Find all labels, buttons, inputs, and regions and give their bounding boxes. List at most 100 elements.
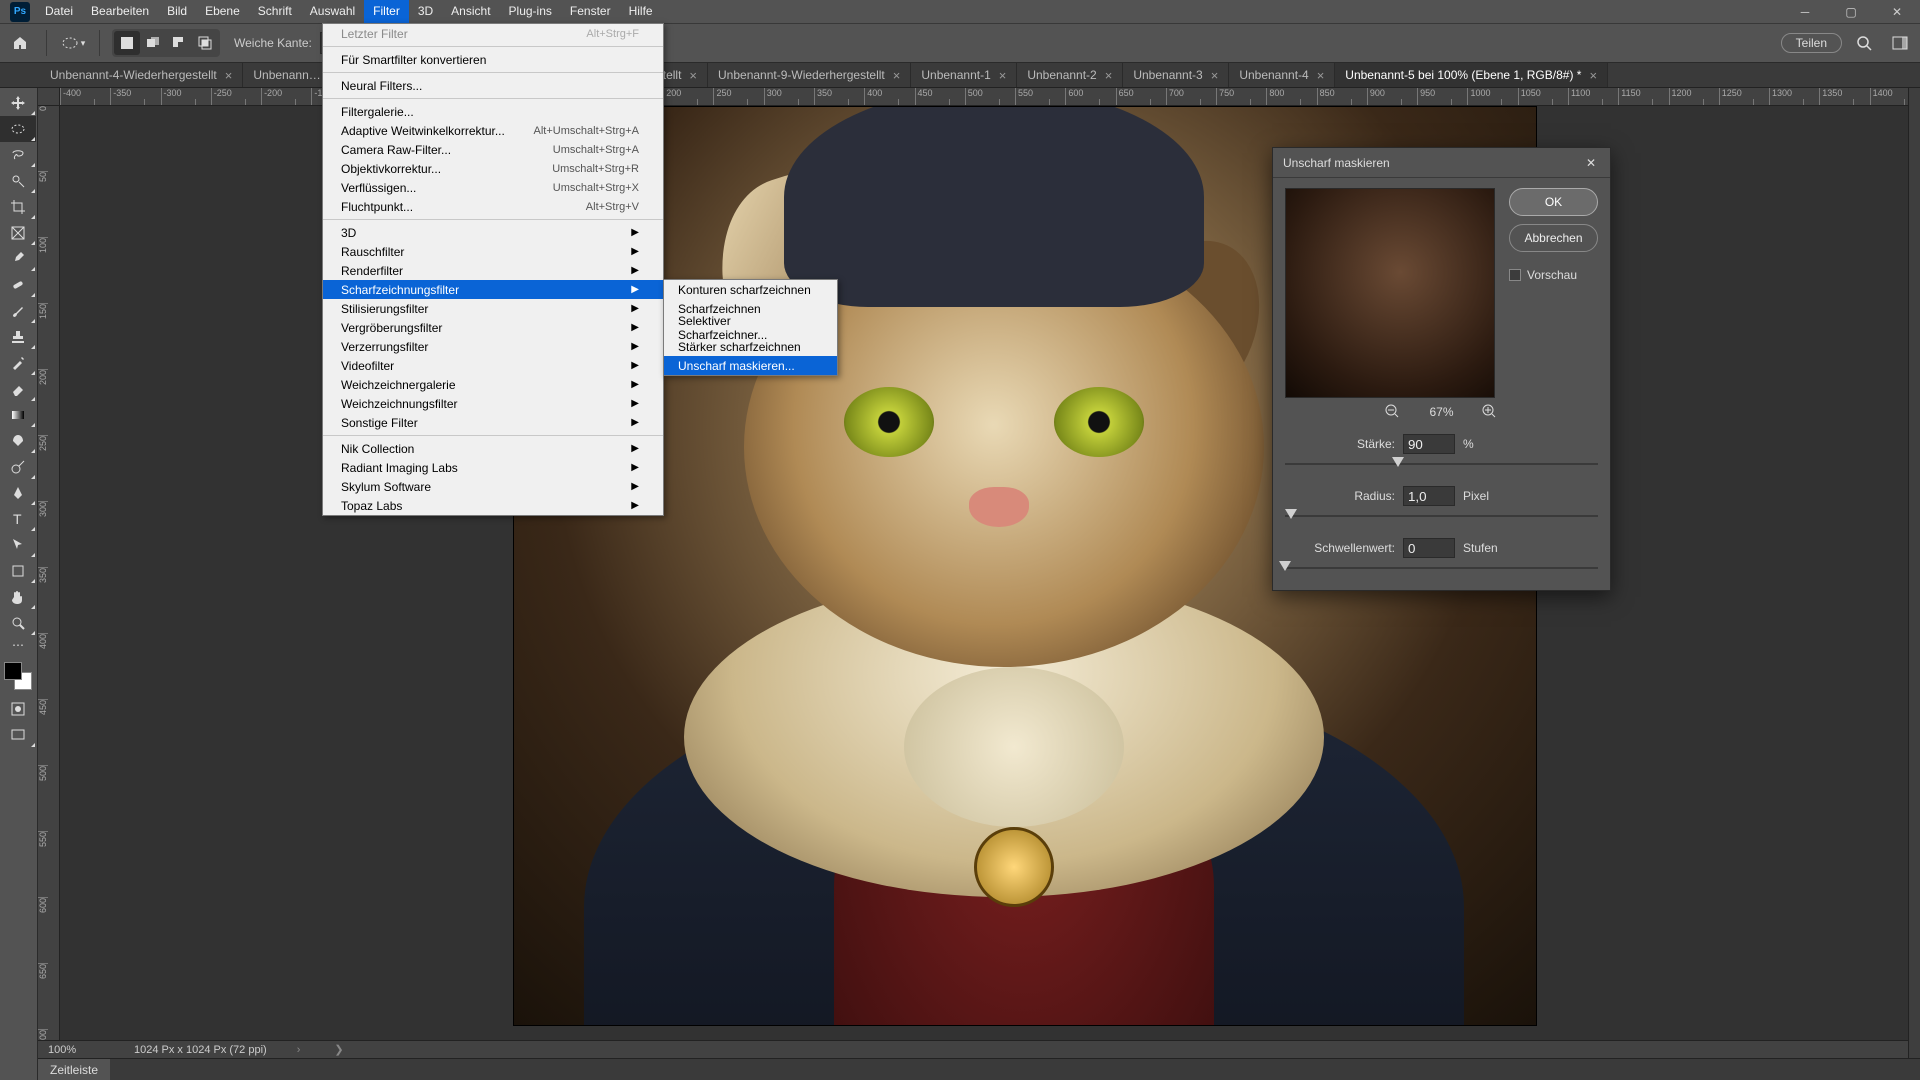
- stamp-tool-icon[interactable]: [0, 324, 36, 350]
- menu-last-filter[interactable]: Letzter Filter Alt+Strg+F: [323, 24, 663, 43]
- canvas-area[interactable]: -400-350-300-250-200-150-100-50050100150…: [38, 88, 1920, 1080]
- menu-item-submenu[interactable]: Weichzeichnergalerie▶: [323, 375, 663, 394]
- dialog-titlebar[interactable]: Unscharf maskieren ✕: [1273, 148, 1610, 178]
- menu-item[interactable]: Fluchtpunkt...Alt+Strg+V: [323, 197, 663, 216]
- marquee-tool-icon[interactable]: [0, 116, 36, 142]
- window-minimize[interactable]: ─: [1782, 0, 1828, 23]
- threshold-slider[interactable]: [1285, 560, 1598, 576]
- workspace-icon[interactable]: [1886, 29, 1914, 57]
- zoom-tool-icon[interactable]: [0, 610, 36, 636]
- document-tab[interactable]: Unbenannt-3×: [1123, 63, 1229, 87]
- menu-ansicht[interactable]: Ansicht: [442, 0, 499, 23]
- path-select-tool-icon[interactable]: [0, 532, 36, 558]
- close-icon[interactable]: ×: [1105, 68, 1113, 83]
- menu-item[interactable]: Adaptive Weitwinkelkorrektur...Alt+Umsch…: [323, 121, 663, 140]
- close-icon[interactable]: ×: [1589, 68, 1597, 83]
- quick-select-tool-icon[interactable]: [0, 168, 36, 194]
- frame-tool-icon[interactable]: [0, 220, 36, 246]
- timeline-tab[interactable]: Zeitleiste: [38, 1059, 110, 1080]
- close-icon[interactable]: ×: [1211, 68, 1219, 83]
- menu-item-submenu[interactable]: Videofilter▶: [323, 356, 663, 375]
- menu-item-submenu[interactable]: Verzerrungsfilter▶: [323, 337, 663, 356]
- close-icon[interactable]: ×: [225, 68, 233, 83]
- menu-item-submenu[interactable]: Nik Collection▶: [323, 439, 663, 458]
- dialog-preview-image[interactable]: [1285, 188, 1495, 398]
- document-tab[interactable]: Unbenannt-4×: [1229, 63, 1335, 87]
- menu-item-submenu[interactable]: Skylum Software▶: [323, 477, 663, 496]
- selection-add-icon[interactable]: [140, 31, 166, 55]
- cancel-button[interactable]: Abbrechen: [1509, 224, 1598, 252]
- menu-item-submenu[interactable]: Radiant Imaging Labs▶: [323, 458, 663, 477]
- type-tool-icon[interactable]: T: [0, 506, 36, 532]
- shape-tool-icon[interactable]: [0, 558, 36, 584]
- close-icon[interactable]: ×: [999, 68, 1007, 83]
- threshold-input[interactable]: [1403, 538, 1455, 558]
- close-icon[interactable]: ×: [1317, 68, 1325, 83]
- menu-item-submenu[interactable]: Sonstige Filter▶: [323, 413, 663, 432]
- zoom-out-icon[interactable]: [1385, 404, 1401, 420]
- submenu-item[interactable]: Unscharf maskieren...: [664, 356, 837, 375]
- dialog-close-icon[interactable]: ✕: [1582, 154, 1600, 172]
- menu-3d[interactable]: 3D: [409, 0, 442, 23]
- menu-item[interactable]: Verflüssigen...Umschalt+Strg+X: [323, 178, 663, 197]
- fg-bg-swatches[interactable]: [0, 660, 36, 696]
- status-chevron-icon[interactable]: ❯: [334, 1043, 343, 1056]
- menu-item-submenu[interactable]: Renderfilter▶: [323, 261, 663, 280]
- move-tool-icon[interactable]: [0, 90, 36, 116]
- menu-ebene[interactable]: Ebene: [196, 0, 249, 23]
- ok-button[interactable]: OK: [1509, 188, 1598, 216]
- menu-schrift[interactable]: Schrift: [249, 0, 301, 23]
- hand-tool-icon[interactable]: [0, 584, 36, 610]
- menu-bearbeiten[interactable]: Bearbeiten: [82, 0, 158, 23]
- heal-tool-icon[interactable]: [0, 272, 36, 298]
- pen-tool-icon[interactable]: [0, 480, 36, 506]
- menu-plugins[interactable]: Plug-ins: [500, 0, 561, 23]
- document-tab[interactable]: Unbenannt-4-Wiederhergestellt×: [40, 63, 243, 87]
- zoom-in-icon[interactable]: [1482, 404, 1498, 420]
- menu-auswahl[interactable]: Auswahl: [301, 0, 364, 23]
- bucket-tool-icon[interactable]: [0, 428, 36, 454]
- menu-filter[interactable]: Filter: [364, 0, 409, 23]
- radius-input[interactable]: [1403, 486, 1455, 506]
- menu-neural[interactable]: Neural Filters...: [323, 76, 663, 95]
- status-arrow-icon[interactable]: ›: [297, 1044, 301, 1056]
- submenu-item[interactable]: Selektiver Scharfzeichner...: [664, 318, 837, 337]
- window-close[interactable]: ✕: [1874, 0, 1920, 23]
- preview-checkbox[interactable]: Vorschau: [1509, 268, 1598, 282]
- document-tab[interactable]: Unbenannt-5 bei 100% (Ebene 1, RGB/8#) *…: [1335, 63, 1608, 87]
- lasso-tool-icon[interactable]: [0, 142, 36, 168]
- menu-item-submenu[interactable]: Vergröberungsfilter▶: [323, 318, 663, 337]
- selection-intersect-icon[interactable]: [192, 31, 218, 55]
- crop-tool-icon[interactable]: [0, 194, 36, 220]
- selection-new-icon[interactable]: [114, 31, 140, 55]
- menu-item-submenu[interactable]: Weichzeichnungsfilter▶: [323, 394, 663, 413]
- close-icon[interactable]: ×: [893, 68, 901, 83]
- menu-datei[interactable]: Datei: [36, 0, 82, 23]
- toolbar-more-icon[interactable]: ⋯: [0, 636, 36, 654]
- menu-item[interactable]: Camera Raw-Filter...Umschalt+Strg+A: [323, 140, 663, 159]
- home-icon[interactable]: [6, 29, 34, 57]
- screenmode-icon[interactable]: [0, 722, 36, 748]
- menu-item-submenu[interactable]: Rauschfilter▶: [323, 242, 663, 261]
- menu-item[interactable]: Filtergalerie...: [323, 102, 663, 121]
- document-tab[interactable]: Unbenannt-1×: [911, 63, 1017, 87]
- window-maximize[interactable]: ▢: [1828, 0, 1874, 23]
- brush-tool-icon[interactable]: [0, 298, 36, 324]
- dodge-tool-icon[interactable]: [0, 454, 36, 480]
- menu-item-submenu[interactable]: Scharfzeichnungsfilter▶: [323, 280, 663, 299]
- tool-preset-ellipse-icon[interactable]: ▾: [59, 29, 87, 57]
- fg-color-swatch[interactable]: [4, 662, 22, 680]
- gradient-tool-icon[interactable]: [0, 402, 36, 428]
- status-zoom[interactable]: 100%: [48, 1044, 108, 1056]
- document-tab[interactable]: Unbenannt-2×: [1017, 63, 1123, 87]
- search-icon[interactable]: [1850, 29, 1878, 57]
- amount-input[interactable]: [1403, 434, 1455, 454]
- quickmask-icon[interactable]: [0, 696, 36, 722]
- document-tab[interactable]: Unbenannt-9-Wiederhergestellt×: [708, 63, 911, 87]
- menu-bild[interactable]: Bild: [158, 0, 196, 23]
- share-button[interactable]: Teilen: [1781, 33, 1842, 53]
- submenu-item[interactable]: Konturen scharfzeichnen: [664, 280, 837, 299]
- right-dock-collapsed[interactable]: [1908, 88, 1920, 1058]
- menu-item-submenu[interactable]: Stilisierungsfilter▶: [323, 299, 663, 318]
- eyedropper-tool-icon[interactable]: [0, 246, 36, 272]
